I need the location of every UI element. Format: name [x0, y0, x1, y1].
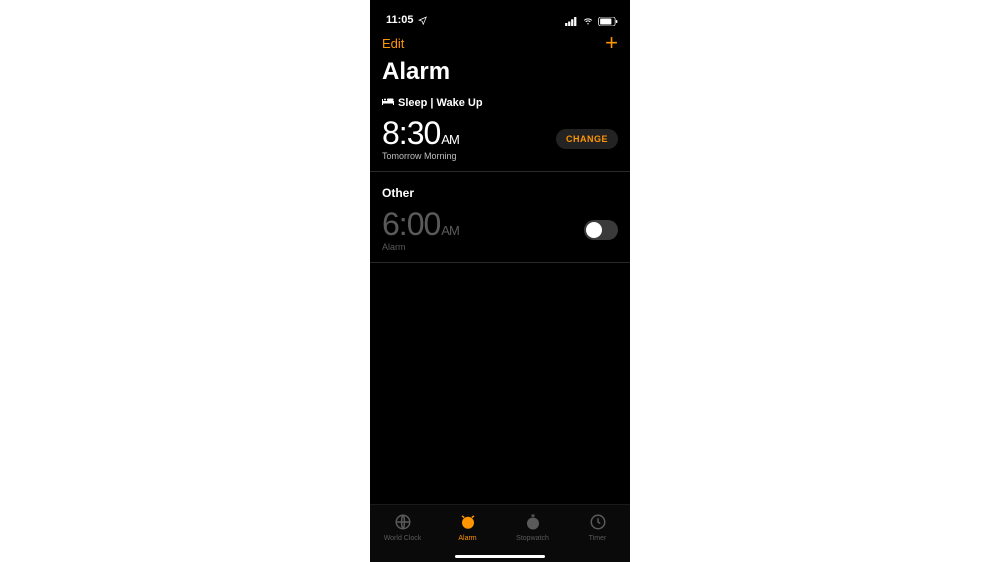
page-title: Alarm: [370, 56, 630, 92]
tab-label: Alarm: [458, 535, 476, 542]
tab-label: World Clock: [384, 535, 422, 542]
change-button[interactable]: CHANGE: [556, 129, 618, 149]
tab-alarm[interactable]: Alarm: [435, 505, 500, 550]
alarm-time-block: 6:00 AM Alarm: [382, 208, 459, 252]
toggle-knob: [586, 222, 602, 238]
sleep-subtext: Tomorrow Morning: [382, 151, 459, 161]
alarm-time-value: 6:00: [382, 208, 440, 240]
status-bar: 11:05: [370, 0, 630, 26]
alarm-clock-icon: [459, 513, 477, 533]
tab-bar: World Clock Alarm Stopwatch Timer: [370, 504, 630, 550]
sleep-time-period: AM: [441, 133, 459, 146]
sleep-time-value: 8:30: [382, 117, 440, 149]
tab-world-clock[interactable]: World Clock: [370, 505, 435, 550]
battery-icon: [598, 17, 618, 26]
tab-stopwatch[interactable]: Stopwatch: [500, 505, 565, 550]
status-time: 11:05: [386, 14, 414, 26]
sleep-section-header: Sleep | Wake Up: [370, 92, 630, 113]
nav-row: Edit +: [370, 26, 630, 56]
home-indicator[interactable]: [370, 550, 630, 562]
alarm-time: 6:00 AM: [382, 208, 459, 240]
tab-label: Stopwatch: [516, 535, 549, 542]
phone-frame: 11:05 Edit + Alarm Sleep | Wake Up: [370, 0, 630, 562]
bed-icon: [382, 96, 394, 109]
location-icon: [418, 16, 427, 25]
status-left: 11:05: [386, 14, 427, 26]
globe-icon: [394, 513, 412, 533]
other-section-header: Other: [370, 172, 630, 206]
alarm-toggle[interactable]: [584, 220, 618, 240]
signal-icon: [565, 17, 578, 26]
alarm-time-period: AM: [441, 224, 459, 237]
edit-button[interactable]: Edit: [382, 36, 404, 51]
alarm-row[interactable]: 6:00 AM Alarm: [370, 206, 630, 263]
sleep-alarm-row: 8:30 AM Tomorrow Morning CHANGE: [370, 113, 630, 172]
alarm-label: Alarm: [382, 242, 459, 252]
sleep-time-block: 8:30 AM Tomorrow Morning: [382, 117, 459, 161]
sleep-header-label: Sleep | Wake Up: [398, 97, 483, 109]
sleep-time: 8:30 AM: [382, 117, 459, 149]
empty-space: [370, 263, 630, 504]
tab-label: Timer: [589, 535, 607, 542]
status-right: [565, 17, 618, 26]
add-alarm-button[interactable]: +: [605, 34, 618, 52]
timer-icon: [589, 513, 607, 533]
stopwatch-icon: [524, 513, 542, 533]
tab-timer[interactable]: Timer: [565, 505, 630, 550]
wifi-icon: [582, 17, 594, 26]
home-indicator-bar: [455, 555, 545, 558]
